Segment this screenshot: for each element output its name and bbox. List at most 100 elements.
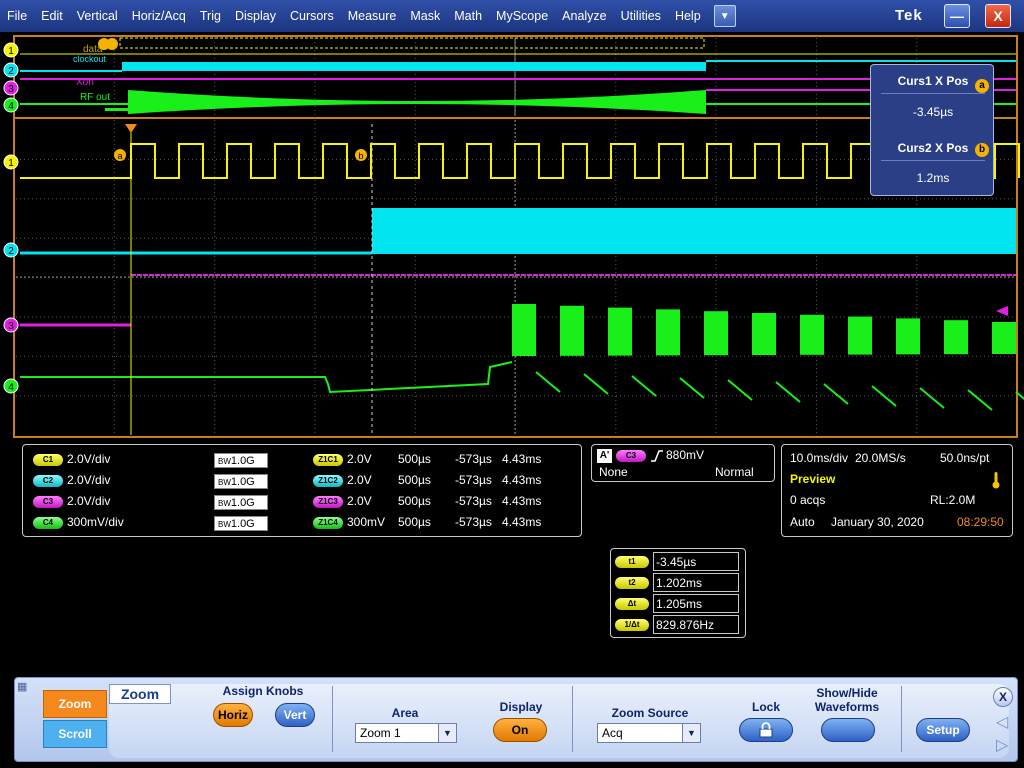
zoom-channel-badge[interactable]: Z1C4: [313, 517, 343, 529]
move-handle-icon[interactable]: ▦: [17, 680, 27, 693]
resolution: 50.0ns/pt: [940, 451, 990, 465]
previous-arrow-icon[interactable]: ◁: [996, 712, 1008, 732]
bandwidth-limit[interactable]: BW1.0G: [214, 516, 268, 531]
cursor-readout-badge: t1: [615, 555, 649, 568]
bandwidth-limit[interactable]: BW1.0G: [214, 474, 268, 489]
zoom-scale: 2.0V: [347, 452, 372, 466]
ch4-burst: [560, 305, 584, 356]
sample-rate: 20.0MS/s: [855, 451, 906, 465]
cursor-readout-badge: Δt: [615, 597, 649, 610]
divider: [332, 686, 333, 752]
chevron-down-icon[interactable]: ▼: [682, 724, 700, 742]
cursor-b-marker-label: b: [358, 151, 363, 161]
ch4-burst: [608, 307, 632, 356]
curs1-value[interactable]: -3.45µs: [871, 105, 995, 119]
zoom-scale: 2.0V: [347, 473, 372, 487]
bandwidth-prefix: BW: [218, 478, 231, 487]
cursor-b-badge: b: [975, 143, 989, 157]
trigger-mode: Normal: [715, 465, 754, 479]
menu-display[interactable]: Display: [228, 0, 283, 32]
channel-badge[interactable]: C3: [33, 496, 63, 508]
acquisition-readout-panel[interactable]: 10.0ms/div 20.0MS/s 50.0ns/pt Preview 0 …: [781, 444, 1013, 537]
trigger-readout-panel[interactable]: A' C3 880mV None Normal: [591, 444, 775, 482]
menu-dropdown-icon[interactable]: ▼: [713, 5, 736, 27]
brand-logo: Tek: [895, 7, 923, 24]
menu-utilities[interactable]: Utilities: [614, 0, 668, 32]
zoom-tab[interactable]: Zoom: [109, 684, 171, 704]
time: 08:29:50: [957, 515, 1004, 529]
channel-scale[interactable]: 300mV/div: [67, 515, 124, 529]
menu-horiz-acq[interactable]: Horiz/Acq: [125, 0, 193, 32]
display-label: Display: [499, 700, 543, 714]
zoom-channel-badge[interactable]: Z1C3: [313, 496, 343, 508]
bandwidth-limit[interactable]: BW1.0G: [214, 453, 268, 468]
horiz-knob-button[interactable]: Horiz: [213, 703, 253, 727]
next-arrow-icon[interactable]: ▷: [996, 735, 1008, 755]
area-select[interactable]: Zoom 1 ▼: [355, 723, 457, 743]
overview-rf-label: RF out: [80, 92, 110, 103]
cursor-readout-badge: t2: [615, 576, 649, 589]
horizontal-scale: 10.0ms/div: [790, 451, 849, 465]
display-toggle[interactable]: On: [493, 718, 547, 742]
cursor-readout-value: 1.202ms: [653, 573, 739, 592]
area-value: Zoom 1: [360, 726, 401, 740]
channel-marker-label: 4: [8, 382, 14, 393]
zoom-channel-badge[interactable]: Z1C1: [313, 454, 343, 466]
trigger-level: 880mV: [666, 448, 705, 462]
menu-myscope[interactable]: MyScope: [489, 0, 555, 32]
zoom-source-select[interactable]: Acq ▼: [597, 723, 701, 743]
zoom-mode-button[interactable]: Zoom: [43, 690, 107, 718]
ch4-burst: [704, 311, 728, 356]
menu-mask[interactable]: Mask: [403, 0, 447, 32]
divider: [881, 93, 985, 94]
menu-vertical[interactable]: Vertical: [70, 0, 125, 32]
menu-math[interactable]: Math: [447, 0, 489, 32]
cursor-position-panel: Curs1 X Pos a -3.45µs Curs2 X Pos b 1.2m…: [870, 64, 994, 196]
ch4-burst: [944, 320, 968, 355]
scroll-mode-button[interactable]: Scroll: [43, 720, 107, 748]
close-window-button[interactable]: X: [985, 4, 1011, 28]
channel-marker-label: 1: [8, 46, 14, 57]
setup-button[interactable]: Setup: [916, 718, 970, 742]
cursor-readout-panel[interactable]: t1 -3.45µs t2 1.202ms Δt 1.205ms 1/Δt 829.876Hz: [610, 548, 746, 638]
zoom-channel-badge[interactable]: Z1C2: [313, 475, 343, 487]
minimize-button[interactable]: —: [944, 4, 970, 28]
menu-file[interactable]: File: [0, 0, 34, 32]
channel-badge[interactable]: C4: [33, 517, 63, 529]
lock-button[interactable]: [739, 718, 793, 742]
channel-scale[interactable]: 2.0V/div: [67, 494, 110, 508]
menu-analyze[interactable]: Analyze: [555, 0, 613, 32]
close-control-bar-button[interactable]: X: [993, 687, 1013, 707]
bandwidth-prefix: BW: [218, 457, 231, 466]
overview-ch2-trace: [122, 62, 706, 71]
menu-trig[interactable]: Trig: [193, 0, 228, 32]
ch4-burst: [752, 313, 776, 355]
zoom-position: -573µs: [455, 452, 492, 466]
ch4-burst: [656, 309, 680, 356]
channel-badge[interactable]: C1: [33, 454, 63, 466]
vert-knob-button[interactable]: Vert: [275, 703, 315, 727]
channel-scale[interactable]: 2.0V/div: [67, 473, 110, 487]
menu-measure[interactable]: Measure: [341, 0, 404, 32]
channel-scale[interactable]: 2.0V/div: [67, 452, 110, 466]
minimize-icon: —: [950, 8, 964, 24]
bandwidth-value: 1.0G: [230, 518, 255, 530]
assign-knobs-label: Assign Knobs: [222, 684, 304, 698]
menu-cursors[interactable]: Cursors: [283, 0, 341, 32]
show-hide-waveforms-label: Show/Hide Waveforms: [814, 686, 880, 714]
zoom-time-scale: 500µs: [398, 473, 431, 487]
curs2-value[interactable]: 1.2ms: [871, 171, 995, 185]
menu-edit[interactable]: Edit: [34, 0, 70, 32]
cursor-readout-row: Δt 1.205ms: [615, 594, 741, 613]
cursor-readout-row: t2 1.202ms: [615, 573, 741, 592]
divider: [881, 160, 985, 161]
menu-bar: File Edit Vertical Horiz/Acq Trig Display Curs…: [0, 0, 1024, 32]
show-hide-waveforms-button[interactable]: [821, 718, 875, 742]
channel-marker-label: 1: [8, 158, 14, 169]
menu-help[interactable]: Help: [668, 0, 708, 32]
channel-badge[interactable]: C2: [33, 475, 63, 487]
bandwidth-limit[interactable]: BW1.0G: [214, 495, 268, 510]
cursor-a-marker-label: a: [117, 151, 122, 161]
chevron-down-icon[interactable]: ▼: [438, 724, 456, 742]
date: January 30, 2020: [831, 515, 924, 529]
